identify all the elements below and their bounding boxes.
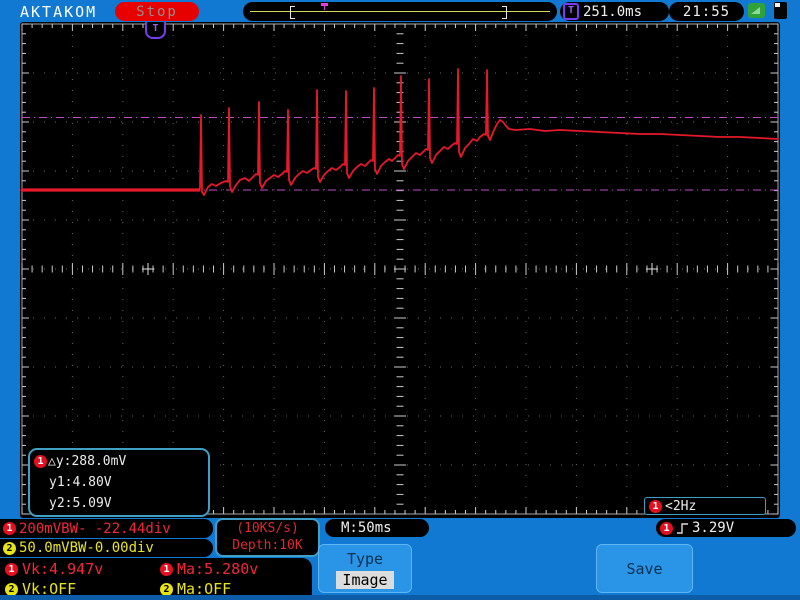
oscilloscope-screen: AKTAKOM Stop T 251.0ms 21:55 T 1 △y:288.… (0, 0, 800, 600)
cursor-y2: y2:5.09V (49, 496, 112, 511)
channel2-settings: 2 50.0mVBW-0.00div (0, 539, 213, 557)
cursor-measurement-panel: 1 △y:288.0mV y1:4.80V y2:5.09V (28, 448, 210, 517)
brand-logo: AKTAKOM (20, 3, 98, 21)
trigger-offset-readout: T 251.0ms (560, 2, 669, 21)
memory-depth: Depth:10K (232, 538, 303, 553)
graticule-and-trace (20, 23, 779, 515)
clock-readout: 21:55 (669, 2, 744, 21)
usb-storage-icon (748, 3, 765, 18)
rising-edge-icon (677, 522, 688, 534)
cursor-delta-y: △y:288.0mV (48, 454, 127, 469)
trigger-offset-value: 251.0ms (583, 3, 643, 20)
save-type-button[interactable]: Type Image (318, 544, 412, 593)
cursor-y1: y1:4.80V (49, 475, 112, 490)
channel2-scale-text: 50.0mVBW-0.00div (19, 540, 154, 556)
trigger-level-readout: 1 3.29V (656, 519, 796, 537)
measure-ma-ch1: Ma:5.280v (177, 560, 259, 578)
frequency-counter: 1 <2Hz (644, 497, 766, 515)
trigger-level-value: 3.29V (692, 520, 735, 536)
frequency-value: <2Hz (665, 498, 697, 514)
sample-rate: (10KS/s) (236, 521, 299, 536)
channel1-scale-text: 200mVBW- -22.44div (19, 520, 171, 537)
display-area: T 1 △y:288.0mV y1:4.80V y2:5.09V 1 <2Hz (20, 22, 780, 518)
bottom-edge-strip (0, 595, 800, 600)
battery-icon (774, 2, 787, 19)
trigger-position-marker-icon: T (145, 22, 166, 39)
channel1-badge: 1 (34, 455, 47, 468)
measurements-panel: 1 Vk:4.947v 1 Ma:5.280v 2 Vk:OFF 2 Ma:OF… (0, 558, 312, 600)
channel1-badge: 1 (660, 521, 673, 535)
trigger-t-icon: T (563, 3, 579, 20)
overview-trigger-marker (321, 3, 328, 10)
channel1-badge: 1 (3, 522, 16, 535)
sampling-info: (10KS/s) Depth:10K (215, 518, 320, 557)
timebase-readout: M:50ms (325, 519, 429, 537)
save-type-value: Image (336, 571, 394, 589)
channel2-badge: 2 (160, 582, 173, 596)
save-type-label: Type (346, 550, 384, 568)
channel1-badge: 1 (160, 562, 173, 576)
channel2-badge: 2 (5, 582, 18, 596)
channel1-settings: 1 200mVBW- -22.44div (0, 519, 213, 538)
channel1-badge: 1 (5, 562, 18, 576)
save-button[interactable]: Save (596, 544, 693, 593)
channel2-badge: 2 (3, 541, 16, 555)
overview-window-left-bracket (290, 6, 295, 19)
measure-vk-ch1: Vk:4.947v (22, 560, 104, 578)
channel1-badge: 1 (649, 499, 662, 513)
run-state-indicator: Stop (115, 2, 199, 21)
overview-window-right-bracket (502, 6, 507, 19)
waveform-overview-bar (243, 2, 557, 21)
